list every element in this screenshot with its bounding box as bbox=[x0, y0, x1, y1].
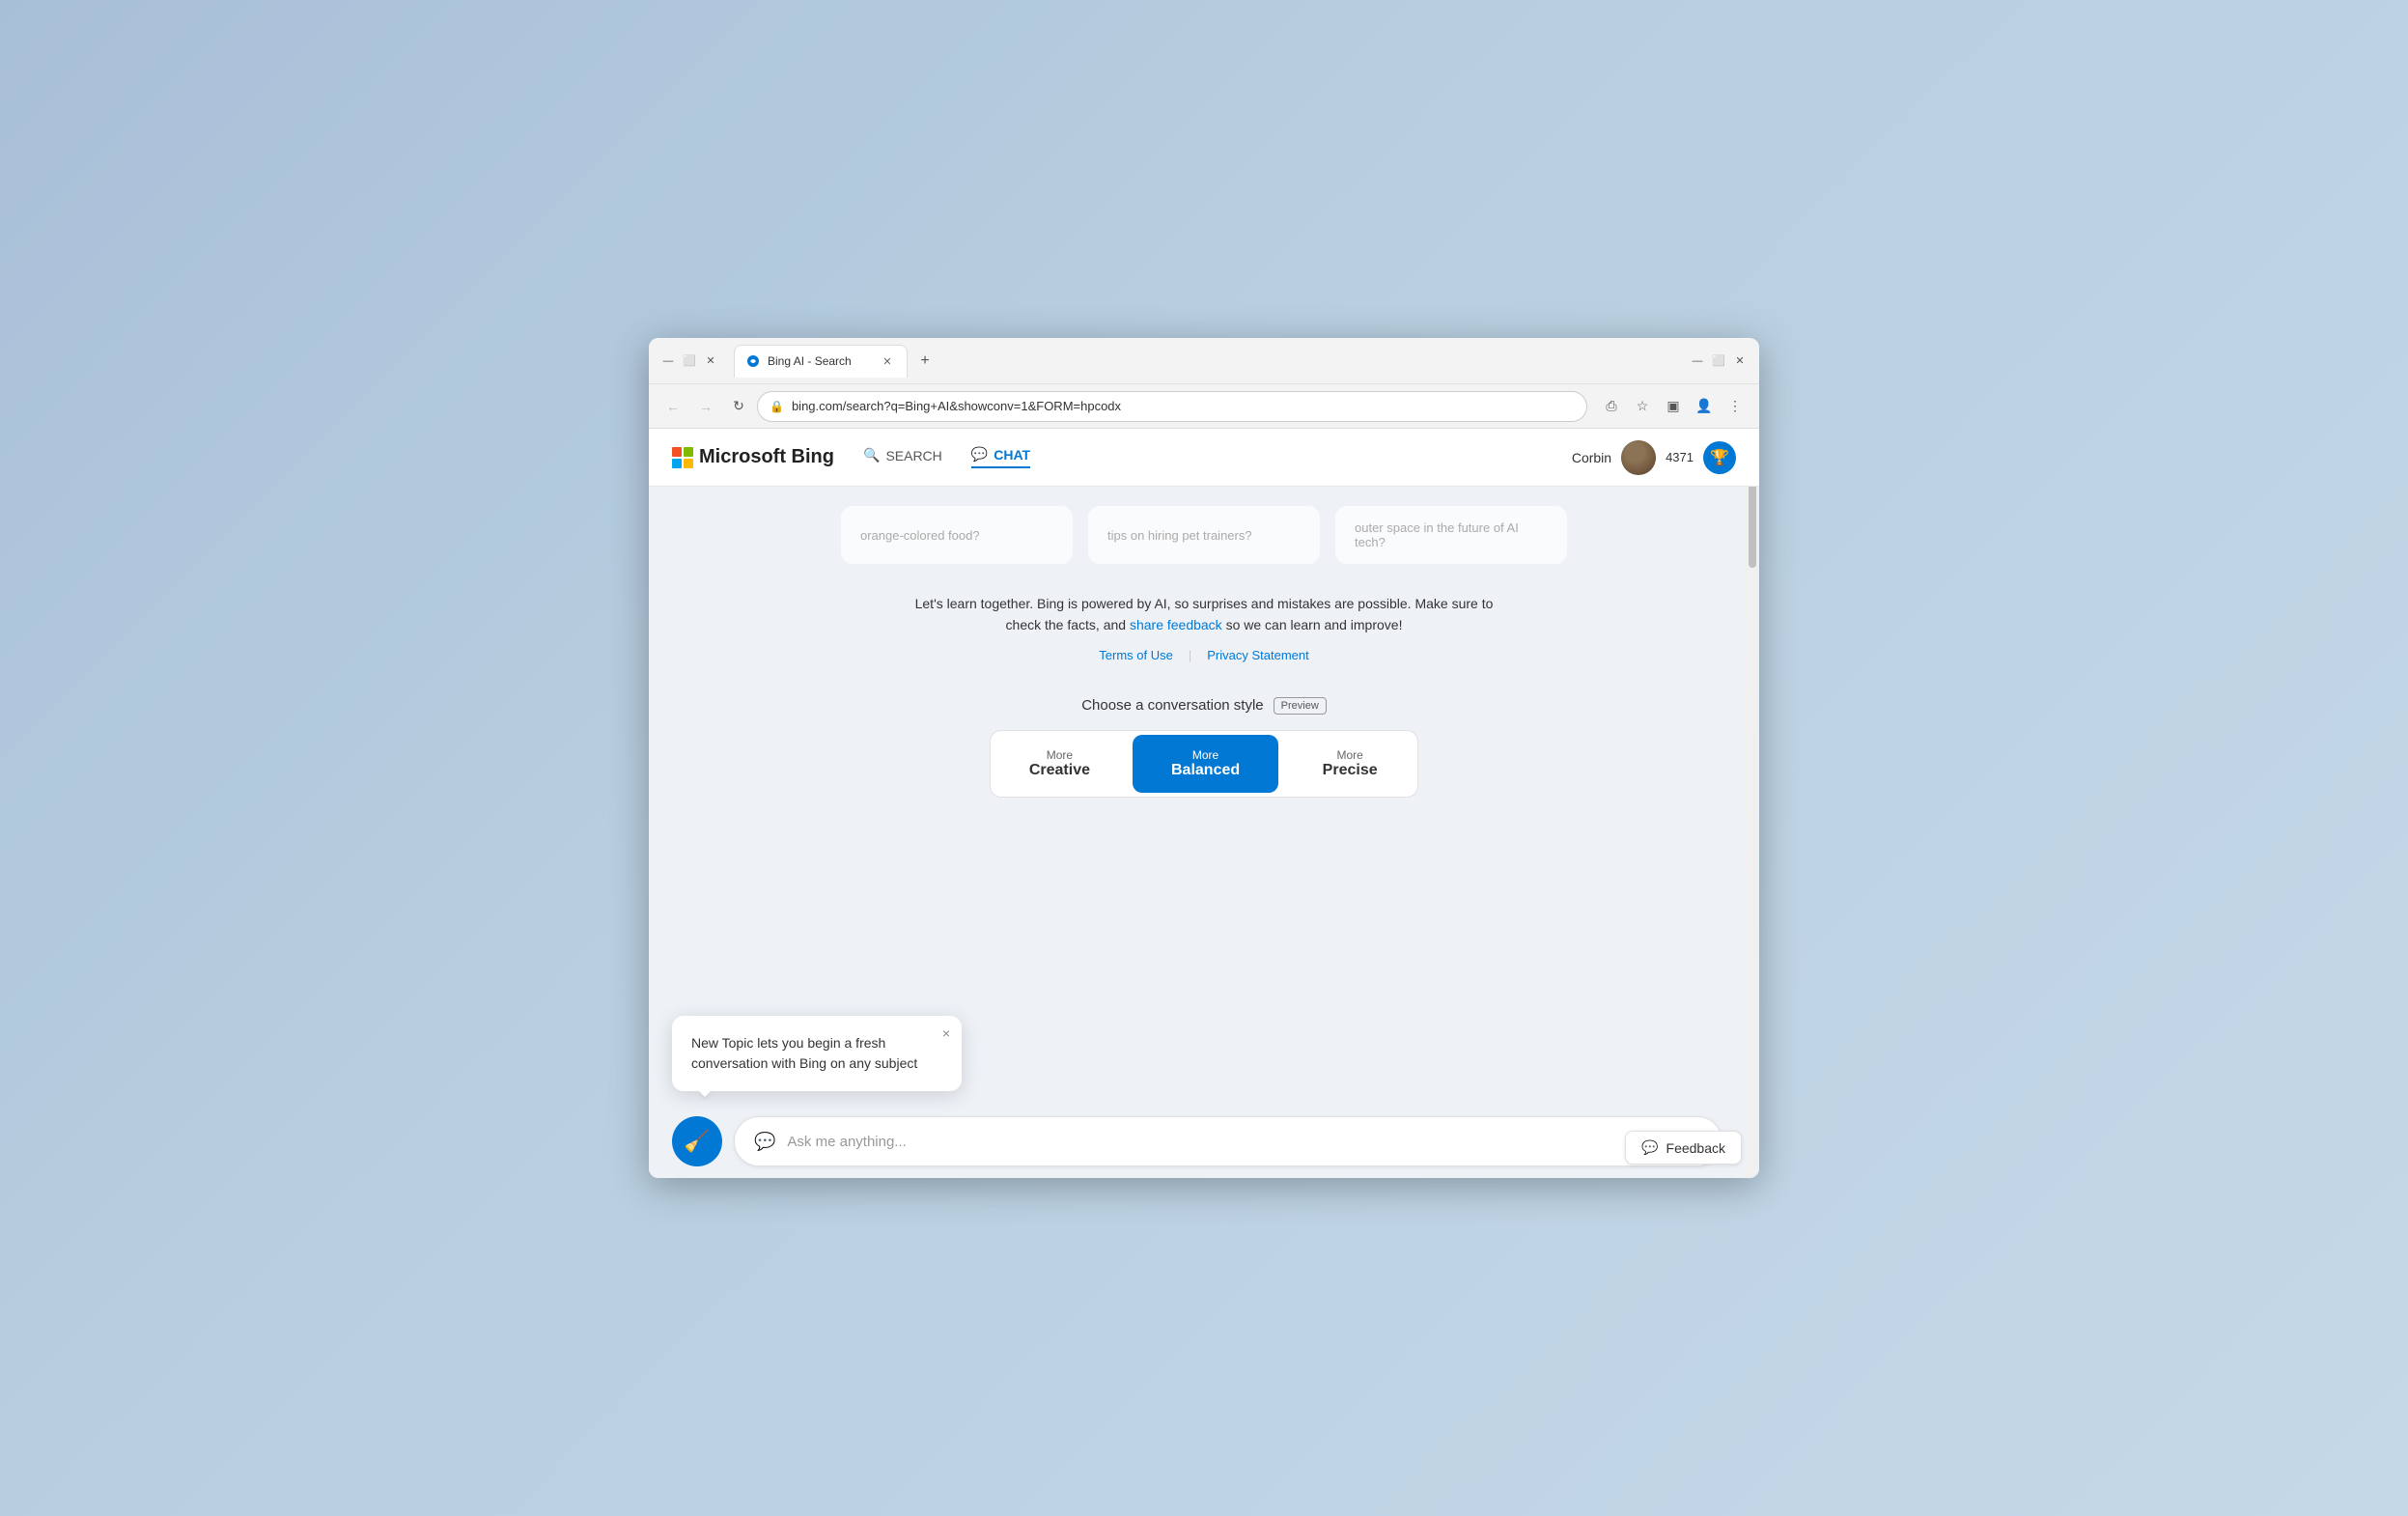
scrollbar[interactable]: ▲ bbox=[1746, 429, 1759, 1178]
tooltip-text: New Topic lets you begin a fresh convers… bbox=[691, 1035, 917, 1071]
nav-search-label: SEARCH bbox=[885, 448, 941, 463]
suggestion-text-2: outer space in the future of AI tech? bbox=[1355, 520, 1548, 549]
user-avatar[interactable] bbox=[1621, 440, 1656, 475]
minimize-win-button[interactable]: — bbox=[1690, 353, 1705, 369]
share-feedback-link[interactable]: share feedback bbox=[1130, 617, 1222, 632]
user-name: Corbin bbox=[1572, 450, 1611, 465]
suggestion-text-1: tips on hiring pet trainers? bbox=[1107, 528, 1252, 543]
privacy-link[interactable]: Privacy Statement bbox=[1207, 648, 1309, 662]
legal-separator: | bbox=[1189, 648, 1191, 662]
nav-chat[interactable]: 💬 CHAT bbox=[971, 446, 1030, 468]
reward-icon[interactable]: 🏆 bbox=[1703, 441, 1736, 474]
broom-icon: 🧹 bbox=[684, 1129, 710, 1154]
ms-sq-yellow bbox=[684, 459, 693, 468]
close-win-button[interactable]: ✕ bbox=[1732, 353, 1748, 369]
ms-sq-green bbox=[684, 447, 693, 457]
style-label-text: Choose a conversation style bbox=[1081, 697, 1263, 714]
suggestion-card-2[interactable]: outer space in the future of AI tech? bbox=[1335, 506, 1567, 564]
tooltip-close-button[interactable]: × bbox=[942, 1025, 950, 1041]
nav-chat-label: CHAT bbox=[994, 447, 1030, 463]
bing-header: Microsoft Bing 🔍 SEARCH 💬 CHAT Corbin 43… bbox=[649, 429, 1759, 487]
url-text: bing.com/search?q=Bing+AI&showconv=1&FOR… bbox=[792, 399, 1575, 413]
minimize-button[interactable]: — bbox=[660, 353, 676, 369]
creative-more-text: More bbox=[1047, 748, 1073, 762]
chat-input[interactable]: 💬 Ask me anything... bbox=[734, 1116, 1722, 1166]
browser-window: — ⬜ ✕ Bing AI - Search ✕ + — ⬜ ✕ bbox=[649, 338, 1759, 1178]
share-button[interactable]: ⎙ bbox=[1597, 392, 1626, 421]
restore-win-button[interactable]: ⬜ bbox=[1711, 353, 1726, 369]
menu-button[interactable]: ⋮ bbox=[1721, 392, 1750, 421]
feedback-icon: 💬 bbox=[1641, 1139, 1658, 1156]
disclaimer: Let's learn together. Bing is powered by… bbox=[914, 593, 1494, 636]
style-balanced-button[interactable]: More Balanced bbox=[1133, 735, 1278, 793]
bing-logo: Microsoft Bing bbox=[672, 446, 834, 468]
precise-name: Precise bbox=[1323, 762, 1378, 779]
avatar-image bbox=[1621, 440, 1656, 475]
profile-button[interactable]: 👤 bbox=[1690, 392, 1719, 421]
window-controls: — ⬜ ✕ bbox=[660, 353, 718, 369]
balanced-name: Balanced bbox=[1171, 762, 1240, 779]
header-right: Corbin 4371 🏆 bbox=[1572, 440, 1736, 475]
maximize-button[interactable]: ⬜ bbox=[682, 353, 697, 369]
style-creative-button[interactable]: More Creative bbox=[991, 731, 1129, 797]
chat-input-icon: 💬 bbox=[754, 1132, 775, 1152]
disclaimer-after: so we can learn and improve! bbox=[1222, 617, 1403, 632]
title-bar: — ⬜ ✕ Bing AI - Search ✕ + — ⬜ ✕ bbox=[649, 338, 1759, 384]
tab-title: Bing AI - Search bbox=[768, 354, 872, 368]
style-label: Choose a conversation style Preview bbox=[1081, 697, 1327, 715]
page-content: Microsoft Bing 🔍 SEARCH 💬 CHAT Corbin 43… bbox=[649, 429, 1759, 1178]
tabs-row: Bing AI - Search ✕ + bbox=[734, 345, 1682, 378]
favorites-button[interactable]: ☆ bbox=[1628, 392, 1657, 421]
new-topic-tooltip: New Topic lets you begin a fresh convers… bbox=[672, 1016, 962, 1091]
close-button[interactable]: ✕ bbox=[703, 353, 718, 369]
new-tab-button[interactable]: + bbox=[911, 348, 938, 375]
back-button[interactable]: ← bbox=[658, 392, 687, 421]
toolbar-right: ⎙ ☆ ▣ 👤 ⋮ bbox=[1597, 392, 1750, 421]
active-tab[interactable]: Bing AI - Search ✕ bbox=[734, 345, 908, 378]
microsoft-logo bbox=[672, 447, 693, 468]
ms-sq-blue bbox=[672, 459, 682, 468]
style-precise-button[interactable]: More Precise bbox=[1282, 731, 1417, 797]
new-topic-button[interactable]: 🧹 bbox=[672, 1116, 722, 1166]
chat-placeholder: Ask me anything... bbox=[787, 1134, 1702, 1150]
suggestion-strip: orange-colored food? tips on hiring pet … bbox=[802, 506, 1606, 564]
tab-close-icon[interactable]: ✕ bbox=[880, 353, 895, 369]
preview-badge: Preview bbox=[1274, 697, 1327, 715]
precise-more-text: More bbox=[1336, 748, 1362, 762]
style-selector: Choose a conversation style Preview More… bbox=[990, 697, 1418, 798]
suggestion-card-1[interactable]: tips on hiring pet trainers? bbox=[1088, 506, 1320, 564]
ms-sq-red bbox=[672, 447, 682, 457]
suggestion-card-0[interactable]: orange-colored food? bbox=[841, 506, 1073, 564]
bing-logo-text: Microsoft Bing bbox=[699, 446, 834, 468]
balanced-more-text: More bbox=[1192, 748, 1218, 762]
style-buttons: More Creative More Balanced More Precise bbox=[990, 730, 1418, 798]
sidebar-button[interactable]: ▣ bbox=[1659, 392, 1688, 421]
chat-area: orange-colored food? tips on hiring pet … bbox=[649, 487, 1759, 1178]
suggestion-text-0: orange-colored food? bbox=[860, 528, 980, 543]
legal-links: Terms of Use | Privacy Statement bbox=[1099, 648, 1308, 662]
terms-link[interactable]: Terms of Use bbox=[1099, 648, 1173, 662]
input-area: 🧹 💬 Ask me anything... bbox=[649, 1105, 1746, 1178]
forward-button[interactable]: → bbox=[691, 392, 720, 421]
tab-favicon bbox=[746, 354, 760, 368]
address-bar[interactable]: 🔒 bing.com/search?q=Bing+AI&showconv=1&F… bbox=[757, 391, 1587, 422]
lock-icon: 🔒 bbox=[770, 400, 784, 413]
bing-nav: 🔍 SEARCH 💬 CHAT bbox=[863, 446, 1030, 468]
nav-search[interactable]: 🔍 SEARCH bbox=[863, 447, 942, 467]
feedback-label: Feedback bbox=[1666, 1140, 1725, 1156]
reload-button[interactable]: ↻ bbox=[724, 392, 753, 421]
chat-nav-icon: 💬 bbox=[971, 446, 988, 463]
address-bar-row: ← → ↻ 🔒 bing.com/search?q=Bing+AI&showco… bbox=[649, 384, 1759, 429]
search-icon: 🔍 bbox=[863, 447, 880, 463]
creative-name: Creative bbox=[1029, 762, 1090, 779]
points-badge: 4371 bbox=[1666, 450, 1694, 464]
feedback-button[interactable]: 💬 Feedback bbox=[1625, 1131, 1742, 1165]
